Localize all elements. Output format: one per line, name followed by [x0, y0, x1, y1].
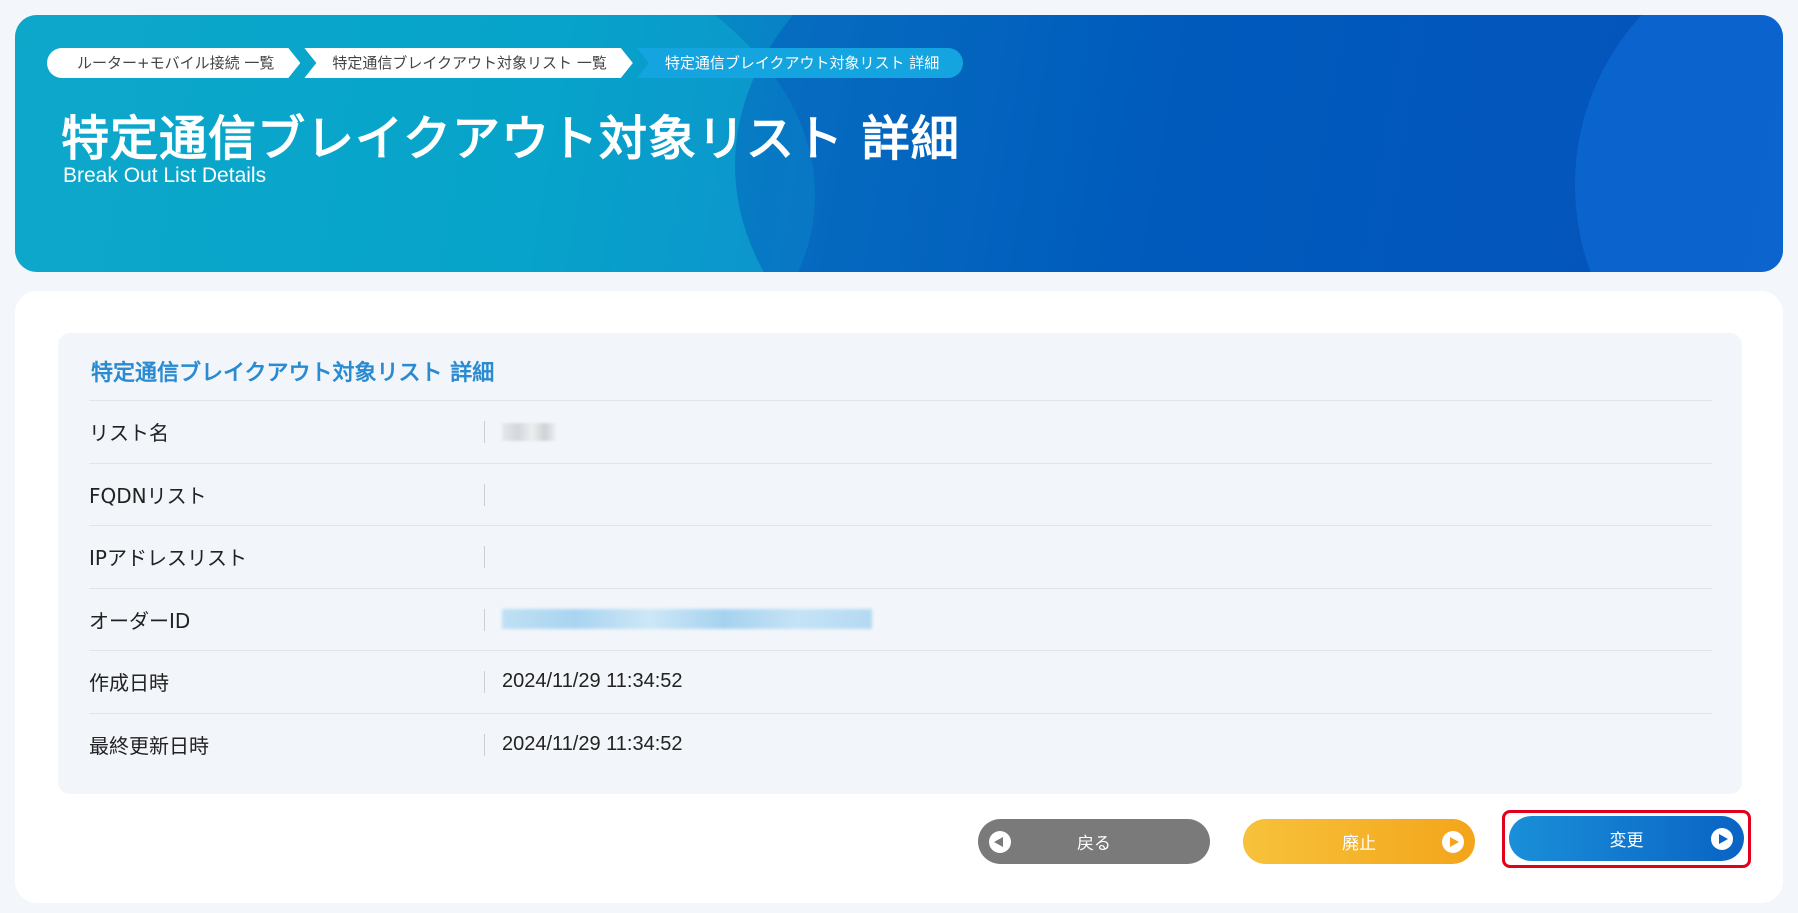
back-button[interactable]: 戻る [978, 819, 1210, 864]
arrow-right-icon [1711, 828, 1733, 850]
panel-title: 特定通信ブレイクアウト対象リスト 詳細 [91, 361, 495, 386]
arrow-right-icon [1442, 831, 1464, 853]
row-value [502, 420, 556, 443]
detail-row-fqdn-list: FQDNリスト [89, 462, 1712, 526]
detail-list: リスト名 FQDNリスト IPアドレスリスト オーダーID 作成日時 2024/… [89, 400, 1712, 775]
breadcrumb-item-current: 特定通信ブレイクアウト対象リスト 詳細 [636, 48, 964, 78]
back-button-label: 戻る [1077, 834, 1111, 854]
page-title: 特定通信ブレイクアウト対象リスト 詳細 [61, 111, 960, 167]
detail-row-ip-address-list: IPアドレスリスト [89, 525, 1712, 588]
row-label: オーダーID [89, 608, 191, 633]
change-button[interactable]: 変更 [1509, 816, 1744, 861]
row-label: 最終更新日時 [89, 733, 209, 758]
row-value [502, 608, 872, 631]
header-banner: ルーター+モバイル接続 一覧 特定通信ブレイクアウト対象リスト 一覧 特定通信ブ… [15, 15, 1783, 272]
abolish-button-label: 廃止 [1342, 834, 1376, 854]
row-divider [484, 421, 485, 443]
row-divider [484, 608, 485, 631]
detail-row-list-name: リスト名 [89, 400, 1712, 463]
abolish-button[interactable]: 廃止 [1243, 819, 1475, 864]
breadcrumb: ルーター+モバイル接続 一覧 特定通信ブレイクアウト対象リスト 一覧 特定通信ブ… [47, 48, 964, 78]
row-divider [484, 733, 485, 756]
redacted-value [502, 422, 556, 441]
arrow-left-icon [989, 831, 1011, 853]
row-value: 2024/11/29 11:34:52 [502, 670, 683, 693]
detail-panel: 特定通信ブレイクアウト対象リスト 詳細 リスト名 FQDNリスト IPアドレスリ… [58, 333, 1742, 794]
row-divider [484, 671, 485, 693]
detail-row-created-at: 作成日時 2024/11/29 11:34:52 [89, 650, 1712, 713]
row-value: 2024/11/29 11:34:52 [502, 732, 683, 755]
row-divider [484, 546, 485, 568]
row-label: FQDNリスト [89, 483, 207, 508]
row-label: リスト名 [89, 421, 169, 446]
breadcrumb-item-router-mobile-list[interactable]: ルーター+モバイル接続 一覧 [47, 48, 300, 78]
detail-row-order-id: オーダーID [89, 587, 1712, 651]
row-divider [484, 483, 485, 506]
detail-row-updated-at: 最終更新日時 2024/11/29 11:34:52 [89, 712, 1712, 776]
main-card: 特定通信ブレイクアウト対象リスト 詳細 リスト名 FQDNリスト IPアドレスリ… [15, 291, 1783, 903]
page-subtitle: Break Out List Details [63, 164, 267, 187]
redacted-value [502, 609, 872, 630]
change-button-label: 変更 [1609, 831, 1644, 851]
breadcrumb-item-breakout-list[interactable]: 特定通信ブレイクアウト対象リスト 一覧 [304, 48, 632, 78]
row-label: IPアドレスリスト [89, 546, 247, 571]
row-label: 作成日時 [89, 671, 169, 696]
